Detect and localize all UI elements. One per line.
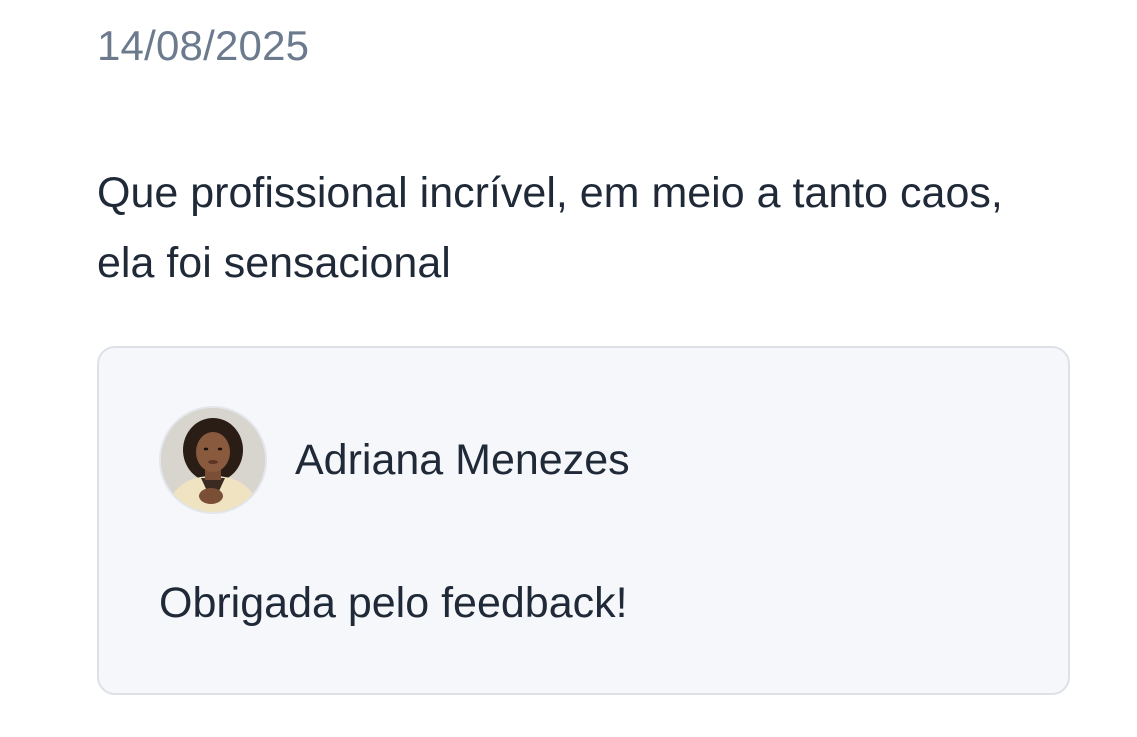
- review-date: 14/08/2025: [97, 22, 310, 69]
- owner-reply-card: Adriana Menezes Obrigada pelo feedback!: [97, 346, 1070, 695]
- avatar-photo-icon: [161, 408, 265, 512]
- reply-header: Adriana Menezes: [159, 406, 630, 514]
- review-comment: Que profissional incrível, em meio a tan…: [97, 169, 1003, 287]
- reply-author-name: Adriana Menezes: [295, 436, 630, 484]
- reply-text: Obrigada pelo feedback!: [159, 579, 628, 627]
- avatar: [159, 406, 267, 514]
